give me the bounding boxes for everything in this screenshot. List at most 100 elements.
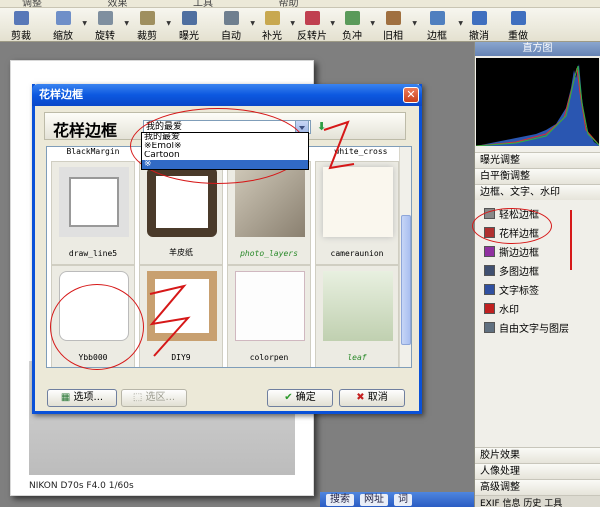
thumbnail-image: [59, 271, 129, 341]
section-advanced[interactable]: 高级调整: [475, 479, 600, 495]
options-button[interactable]: ▦ 选项...: [47, 389, 117, 407]
annotation-digit-two: [149, 284, 191, 357]
border-thumbnail[interactable]: 羊皮纸: [139, 161, 223, 265]
panel-tool-0[interactable]: 轻松边框: [475, 204, 600, 223]
resize-button[interactable]: 缩放 ▼: [42, 8, 87, 42]
pattern-border-dialog: 花样边框 ✕ 花样边框 我的最爱 ⬇ 我的最爱 ※Emol※ Cartoon ※ Bl…: [32, 84, 422, 414]
tool-icon: [484, 227, 495, 238]
cancel-icon: ✖: [356, 392, 365, 403]
section-white-balance[interactable]: 白平衡调整: [475, 168, 600, 184]
border-button-label: 边框: [427, 31, 447, 42]
border-thumbnail[interactable]: cameraunion: [315, 161, 399, 265]
section-exposure[interactable]: 曝光调整: [475, 152, 600, 168]
thumbnail-caption: photo_layers: [240, 249, 298, 258]
menu-adjust[interactable]: 调整: [22, 0, 42, 7]
border-thumbnail[interactable]: photo_layers: [227, 161, 311, 265]
panel-tool-4[interactable]: 文字标签: [475, 280, 600, 299]
undo-button[interactable]: 撤消: [460, 8, 498, 42]
thumbnail-image: [323, 167, 393, 237]
redo-icon: [510, 11, 526, 25]
dropdown-option[interactable]: Cartoon: [142, 151, 308, 160]
taskbar: 搜索 网址 词: [320, 492, 474, 507]
vintage-button[interactable]: 旧相 ▼: [372, 8, 417, 42]
panel-tool-6[interactable]: 自由文字与图层: [475, 318, 600, 337]
dialog-titlebar[interactable]: 花样边框 ✕: [32, 84, 422, 106]
cancel-label: 取消: [367, 392, 388, 403]
annotation-digit-one: [323, 120, 355, 170]
options-icon: ▦: [60, 392, 71, 403]
selection-button: ⬚ 选区...: [121, 389, 187, 407]
crop-button-label: 裁剪: [137, 31, 157, 42]
histogram-graph: [476, 58, 599, 146]
annotation-line-panel: [570, 210, 572, 270]
fill-light-button-label: 补光: [262, 31, 282, 42]
exposure-icon: [181, 11, 197, 25]
category-dropdown-list[interactable]: 我的最爱 ※Emol※ Cartoon ※: [141, 132, 309, 170]
grid-scrollbar[interactable]: [399, 147, 411, 367]
histogram-title: 直方图: [475, 42, 600, 56]
section-border-text-watermark[interactable]: 边框、文字、水印: [475, 184, 600, 200]
border-button[interactable]: 边框 ▼: [414, 8, 463, 42]
thumbnail-image: [323, 271, 393, 341]
check-icon: ✔: [284, 392, 293, 403]
close-icon[interactable]: ✕: [403, 87, 419, 103]
fill-light-button[interactable]: 补光 ▼: [252, 8, 295, 42]
ok-button[interactable]: ✔ 确定: [267, 389, 333, 407]
exposure-button[interactable]: 曝光: [168, 8, 210, 42]
auto-button-label: 自动: [221, 31, 241, 42]
panel-tool-3[interactable]: 多图边框: [475, 261, 600, 280]
auto-button[interactable]: 自动 ▼: [210, 8, 255, 42]
tool-icon: [484, 208, 495, 219]
auto-icon: [223, 11, 239, 25]
taskbar-search[interactable]: 搜索: [326, 493, 354, 506]
main-toolbar: 剪裁 缩放 ▼ 旋转 ▼ 裁剪 ▼ 曝光 自动 ▼ 补光 ▼ 反转片 ▼ 负冲 ▼ 旧相 ▼ 边框 ▼ 撤消 重做: [0, 8, 600, 42]
dialog-heading: 花样边框: [53, 121, 118, 140]
border-thumbnail[interactable]: draw_line5: [51, 161, 135, 265]
selection-icon: ⬚: [132, 392, 143, 403]
tool-label: 多图边框: [499, 267, 539, 278]
dropdown-option[interactable]: ※: [142, 160, 308, 169]
section-film-effects[interactable]: 胶片效果: [475, 447, 600, 463]
thumbnail-caption: Ybb000: [78, 353, 108, 362]
tool-label: 文字标签: [499, 286, 539, 297]
thumbnail-image: [59, 167, 129, 237]
menu-tools[interactable]: 工具: [193, 0, 213, 7]
scrollbar-thumb[interactable]: [401, 215, 411, 345]
thumbnail-caption: cameraunion: [330, 249, 384, 258]
dropdown-option[interactable]: ※Emol※: [142, 142, 308, 151]
border-thumbnail[interactable]: leaf: [315, 265, 399, 367]
border-thumbnail[interactable]: colorpen: [227, 265, 311, 367]
vintage-icon: [385, 11, 401, 25]
panel-tool-1[interactable]: 花样边框: [475, 223, 600, 242]
dialog-title: 花样边框: [39, 88, 83, 101]
tool-icon: [484, 246, 495, 257]
menu-help[interactable]: 帮助: [279, 0, 299, 7]
section-portrait[interactable]: 人像处理: [475, 463, 600, 479]
negative-button[interactable]: 负冲 ▼: [332, 8, 375, 42]
panel-tool-2[interactable]: 撕边边框: [475, 242, 600, 261]
invert-button-label: 反转片: [297, 31, 327, 42]
crop-button[interactable]: 裁剪 ▼: [126, 8, 171, 42]
selection-label: 选区...: [145, 392, 176, 403]
tool-label: 花样边框: [499, 229, 539, 240]
border-icon: [429, 11, 445, 25]
rotate-button[interactable]: 旋转 ▼: [84, 8, 129, 42]
redo-button-label: 重做: [508, 31, 528, 42]
negative-button-label: 负冲: [342, 31, 362, 42]
tool-label: 轻松边框: [499, 210, 539, 221]
panel-tool-5[interactable]: 水印: [475, 299, 600, 318]
invert-button[interactable]: 反转片 ▼: [292, 8, 335, 42]
dropdown-option[interactable]: 我的最爱: [142, 133, 308, 142]
cancel-button[interactable]: ✖ 取消: [339, 389, 405, 407]
taskbar-url[interactable]: 网址: [360, 493, 388, 506]
histogram-svg: [476, 64, 599, 146]
panel-bottom-tabs[interactable]: EXIF 信息 历史 工具: [475, 495, 600, 507]
resize-button-label: 缩放: [53, 31, 73, 42]
menu-effects[interactable]: 效果: [108, 0, 128, 7]
tool-icon: [484, 284, 495, 295]
redo-button[interactable]: 重做: [498, 8, 538, 42]
border-thumbnail[interactable]: Ybb000: [51, 265, 135, 367]
cut-button[interactable]: 剪裁: [0, 8, 42, 42]
border-tools-list: 轻松边框花样边框撕边边框多图边框文字标签水印 自由文字与图层: [475, 200, 600, 337]
taskbar-word[interactable]: 词: [394, 493, 412, 506]
